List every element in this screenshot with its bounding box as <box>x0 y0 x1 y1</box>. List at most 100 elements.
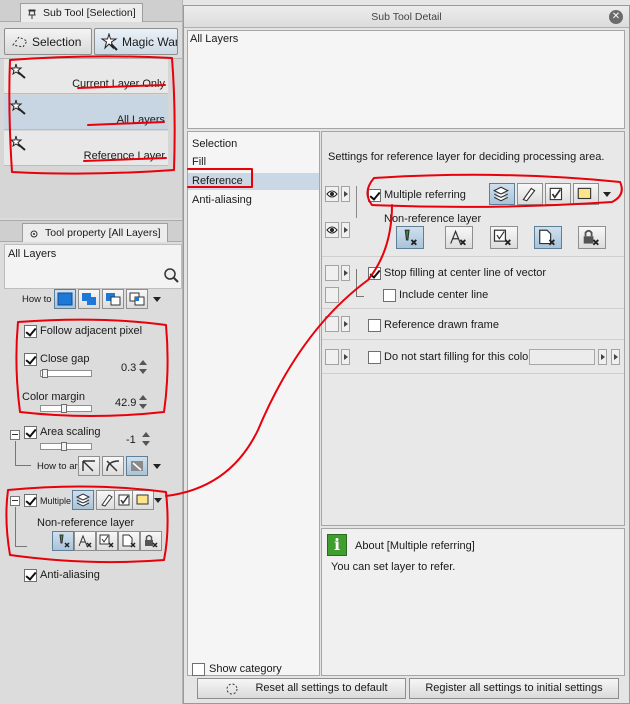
area-scaling-mode-button-3[interactable] <box>126 456 148 476</box>
include-center-line-visibility-toggle[interactable] <box>325 287 339 303</box>
how-to-intersect-selection-button[interactable] <box>126 289 148 309</box>
close-gap-slider-thumb[interactable] <box>42 369 48 378</box>
sub-tool-tab[interactable]: Sub Tool [Selection] <box>20 3 143 22</box>
register-all-settings-button[interactable]: Register all settings to initial setting… <box>409 678 619 699</box>
stop-filling-visibility-toggle[interactable] <box>325 265 339 281</box>
sub-tool-item-label: Current Layer Only <box>72 78 165 90</box>
area-scaling-value[interactable]: -1 <box>126 434 136 446</box>
fill-color-expand-arrow[interactable] <box>611 349 620 365</box>
fill-color-swatch[interactable] <box>529 349 595 365</box>
do-not-start-filling-expand-arrow[interactable] <box>341 349 350 365</box>
magnifier-settings-icon[interactable] <box>163 267 179 283</box>
refer-folder-layer-button[interactable] <box>573 183 599 205</box>
reference-drawn-frame-visibility-toggle[interactable] <box>325 316 339 332</box>
folder-layer-icon <box>136 494 149 505</box>
exclude-locked-layer-button[interactable] <box>140 531 162 551</box>
sub-tool-item-all-layers[interactable]: All Layers <box>4 95 168 130</box>
area-scaling-collapse-toggle[interactable] <box>10 430 20 440</box>
multiple-referring-visibility-toggle[interactable] <box>325 186 339 202</box>
how-to-add-selection-button[interactable] <box>78 289 100 309</box>
settings-description: Settings for reference layer for decidin… <box>328 151 605 163</box>
close-gap-value[interactable]: 0.3 <box>121 362 136 374</box>
exclude-draft-layer-button[interactable] <box>396 226 424 249</box>
exclude-selected-layer-button[interactable] <box>96 531 118 551</box>
close-gap-slider[interactable] <box>40 369 92 378</box>
refer-all-layers-button[interactable] <box>489 183 515 205</box>
stop-filling-expand-arrow[interactable] <box>341 265 350 281</box>
multiple-referring-collapse-toggle[interactable] <box>10 496 20 506</box>
corner-curve-icon <box>106 460 120 472</box>
category-item-fill[interactable]: Fill <box>188 154 319 171</box>
color-margin-spinner[interactable] <box>138 395 147 409</box>
do-not-start-filling-checkbox[interactable] <box>368 351 381 364</box>
refer-all-layers-button[interactable] <box>72 490 94 510</box>
fill-color-dropdown-arrow[interactable] <box>598 349 607 365</box>
follow-adjacent-pixel-checkbox[interactable] <box>24 325 37 338</box>
how-to-new-selection-button[interactable] <box>54 289 76 309</box>
area-scaling-slider[interactable] <box>40 442 92 451</box>
corner-fill-icon <box>131 461 143 471</box>
color-margin-slider-thumb[interactable] <box>61 404 67 413</box>
tool-name: All Layers <box>8 248 57 260</box>
include-center-line-checkbox[interactable] <box>383 289 396 302</box>
exclude-locked-layer-button[interactable] <box>578 226 606 249</box>
reference-drawn-frame-checkbox[interactable] <box>368 319 381 332</box>
multiple-referring-dropdown-arrow[interactable] <box>154 498 162 503</box>
exclude-paper-layer-button[interactable] <box>118 531 140 551</box>
dialog-title-bar[interactable]: Sub Tool Detail <box>184 6 629 28</box>
area-scaling-mode-button-1[interactable] <box>78 456 100 476</box>
refer-editing-layer-button[interactable] <box>517 183 543 205</box>
magic-wand-icon <box>100 33 118 51</box>
multiple-referring-checkbox[interactable] <box>24 494 37 507</box>
sub-tool-item-reference-layer[interactable]: Reference Layer <box>4 131 168 166</box>
area-scaling-mode-dropdown-arrow[interactable] <box>153 464 161 469</box>
multiple-referring-dropdown-arrow[interactable] <box>603 192 611 197</box>
reference-drawn-frame-expand-arrow[interactable] <box>341 316 350 332</box>
exclude-selected-layer-button[interactable] <box>490 226 518 249</box>
tool-tab-magic-wand[interactable]: Magic Wand <box>94 28 178 55</box>
area-scaling-mode-button-2[interactable] <box>102 456 124 476</box>
area-scaling-slider-thumb[interactable] <box>61 442 67 451</box>
row-separator <box>322 308 624 309</box>
exclude-text-layer-button[interactable] <box>445 226 473 249</box>
tool-preview-area: All Layers <box>187 30 625 129</box>
reset-all-settings-button[interactable]: Reset all settings to default <box>197 678 406 699</box>
multiple-referring-checkbox[interactable] <box>368 189 381 202</box>
category-item-reference[interactable]: Reference <box>188 173 319 190</box>
area-scaling-spinner[interactable] <box>141 432 150 446</box>
tool-property-tab[interactable]: Tool property [All Layers] <box>22 223 168 242</box>
how-to-subtract-selection-button[interactable] <box>102 289 124 309</box>
close-icon[interactable]: ✕ <box>609 10 623 24</box>
multiple-referring-expand-arrow[interactable] <box>341 186 350 202</box>
magic-wand-icon <box>10 63 26 79</box>
close-gap-spinner[interactable] <box>138 360 147 374</box>
multiple-label: Multiple <box>40 496 72 506</box>
anti-aliasing-checkbox[interactable] <box>24 569 37 582</box>
exclude-paper-layer-button[interactable] <box>534 226 562 249</box>
refer-selected-layer-button[interactable] <box>545 183 571 205</box>
exclude-text-layer-button[interactable] <box>74 531 96 551</box>
tool-tab-selection[interactable]: Selection <box>4 28 92 55</box>
color-margin-value[interactable]: 42.9 <box>115 397 136 409</box>
show-category-checkbox[interactable] <box>192 663 205 676</box>
about-title: About [Multiple referring] <box>355 540 475 552</box>
sub-tool-item-current-layer-only[interactable]: Current Layer Only <box>4 59 168 94</box>
do-not-start-filling-visibility-toggle[interactable] <box>325 349 339 365</box>
close-gap-checkbox[interactable] <box>24 353 37 366</box>
exclude-draft-layer-button[interactable] <box>52 531 74 551</box>
reset-spinner-icon <box>226 683 238 695</box>
corner-arrow-icon <box>82 460 95 472</box>
category-item-selection[interactable]: Selection <box>188 136 319 153</box>
refer-folder-layer-button[interactable] <box>132 490 154 510</box>
non-reference-layer-expand-arrow[interactable] <box>341 222 350 238</box>
area-scaling-checkbox[interactable] <box>24 426 37 439</box>
check-layer-x-icon <box>493 229 511 246</box>
lock-x-icon <box>583 229 599 246</box>
settings-area: Settings for reference layer for decidin… <box>321 131 625 526</box>
non-reference-layer-visibility-toggle[interactable] <box>325 222 339 238</box>
eye-icon <box>326 226 338 234</box>
how-to-dropdown-arrow[interactable] <box>153 297 161 302</box>
category-item-anti-aliasing[interactable]: Anti-aliasing <box>188 192 319 209</box>
stop-filling-checkbox[interactable] <box>368 267 381 280</box>
color-margin-slider[interactable] <box>40 404 92 413</box>
